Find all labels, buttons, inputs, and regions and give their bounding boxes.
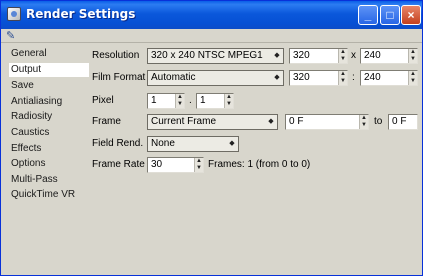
resolution-label: Resolution (92, 50, 140, 61)
sidebar-item-general[interactable]: General (9, 47, 89, 61)
frame-value: Current Frame (151, 116, 217, 127)
spinner-icon[interactable]: ▲ ▼ (194, 158, 203, 172)
chevron-down-icon: ◆ (268, 118, 274, 125)
sidebar-item-caustics[interactable]: Caustics (9, 126, 89, 140)
pixel-x-value: 1 (151, 95, 157, 106)
app-icon (7, 7, 21, 21)
chevron-down-icon: ◆ (274, 74, 280, 81)
chevron-down-icon: ◆ (274, 52, 280, 59)
resolution-width-field[interactable]: 320 ▲ ▼ (289, 48, 348, 64)
spinner-icon[interactable]: ▲ ▼ (338, 49, 347, 63)
field-rend-dropdown[interactable]: None ◆ (147, 136, 239, 152)
spinner-icon[interactable]: ▲ ▼ (408, 71, 417, 85)
film-width-field[interactable]: 320 ▲ ▼ (289, 70, 348, 86)
frame-dropdown[interactable]: Current Frame ◆ (147, 114, 278, 130)
film-format-value: Automatic (151, 72, 196, 83)
film-height-value: 240 (364, 72, 381, 83)
spinner-icon[interactable]: ▲ ▼ (175, 94, 184, 108)
sidebar-item-multi-pass[interactable]: Multi-Pass (9, 173, 89, 187)
resolution-height-field[interactable]: 240 ▲ ▼ (360, 48, 418, 64)
resolution-height-value: 240 (364, 50, 381, 61)
field-rend-label: Field Rend. (92, 138, 144, 149)
sidebar-item-output[interactable]: Output (9, 63, 89, 77)
spinner-icon[interactable]: ▲ ▼ (338, 71, 347, 85)
render-settings-window: Render Settings _ □ × ✎ General Output S… (0, 0, 423, 276)
pixel-y-field[interactable]: 1 ▲ ▼ (196, 93, 234, 109)
minimize-button[interactable]: _ (358, 5, 378, 25)
pixel-separator: . (189, 95, 192, 106)
film-format-separator: : (352, 72, 355, 83)
sidebar-item-options[interactable]: Options (9, 157, 89, 171)
frame-label: Frame (92, 116, 121, 127)
wrench-icon[interactable]: ✎ (6, 30, 20, 42)
sidebar-item-radiosity[interactable]: Radiosity (9, 110, 89, 124)
frames-summary: Frames: 1 (from 0 to 0) (208, 159, 311, 170)
frame-to-field[interactable]: 0 F (388, 114, 418, 130)
spinner-icon[interactable]: ▲ ▼ (224, 94, 233, 108)
frame-rate-label: Frame Rate (92, 159, 145, 170)
settings-sidebar: General Output Save Antialiasing Radiosi… (9, 47, 89, 265)
film-height-field[interactable]: 240 ▲ ▼ (360, 70, 418, 86)
frame-from-field[interactable]: 0 F ▲ ▼ (285, 114, 369, 130)
frame-rate-value: 30 (151, 159, 163, 170)
pixel-x-field[interactable]: 1 ▲ ▼ (147, 93, 185, 109)
window-title: Render Settings (26, 7, 136, 21)
film-width-value: 320 (293, 72, 310, 83)
maximize-button[interactable]: □ (380, 5, 400, 25)
sidebar-item-quicktime-vr[interactable]: QuickTime VR (9, 188, 89, 202)
resolution-preset-value: 320 x 240 NTSC MPEG1 (151, 50, 263, 61)
close-button[interactable]: × (401, 5, 421, 25)
film-format-dropdown[interactable]: Automatic ◆ (147, 70, 284, 86)
resolution-preset-dropdown[interactable]: 320 x 240 NTSC MPEG1 ◆ (147, 48, 284, 64)
spinner-icon[interactable]: ▲ ▼ (359, 115, 368, 129)
frame-to-label: to (374, 116, 383, 127)
sidebar-item-save[interactable]: Save (9, 79, 89, 93)
resolution-width-value: 320 (293, 50, 310, 61)
resolution-separator: x (351, 50, 356, 61)
frame-from-value: 0 F (289, 116, 304, 127)
sidebar-item-antialiasing[interactable]: Antialiasing (9, 95, 89, 109)
pixel-label: Pixel (92, 95, 114, 106)
spinner-icon[interactable]: ▲ ▼ (408, 49, 417, 63)
field-rend-value: None (151, 138, 175, 149)
sidebar-item-effects[interactable]: Effects (9, 142, 89, 156)
title-bar[interactable]: Render Settings _ □ × (1, 1, 422, 29)
pixel-y-value: 1 (200, 95, 206, 106)
film-format-label: Film Format (92, 72, 146, 83)
toolbar: ✎ (1, 29, 422, 43)
chevron-down-icon: ◆ (229, 140, 235, 147)
frame-rate-field[interactable]: 30 ▲ ▼ (147, 157, 204, 173)
frame-to-value: 0 F (392, 116, 407, 127)
